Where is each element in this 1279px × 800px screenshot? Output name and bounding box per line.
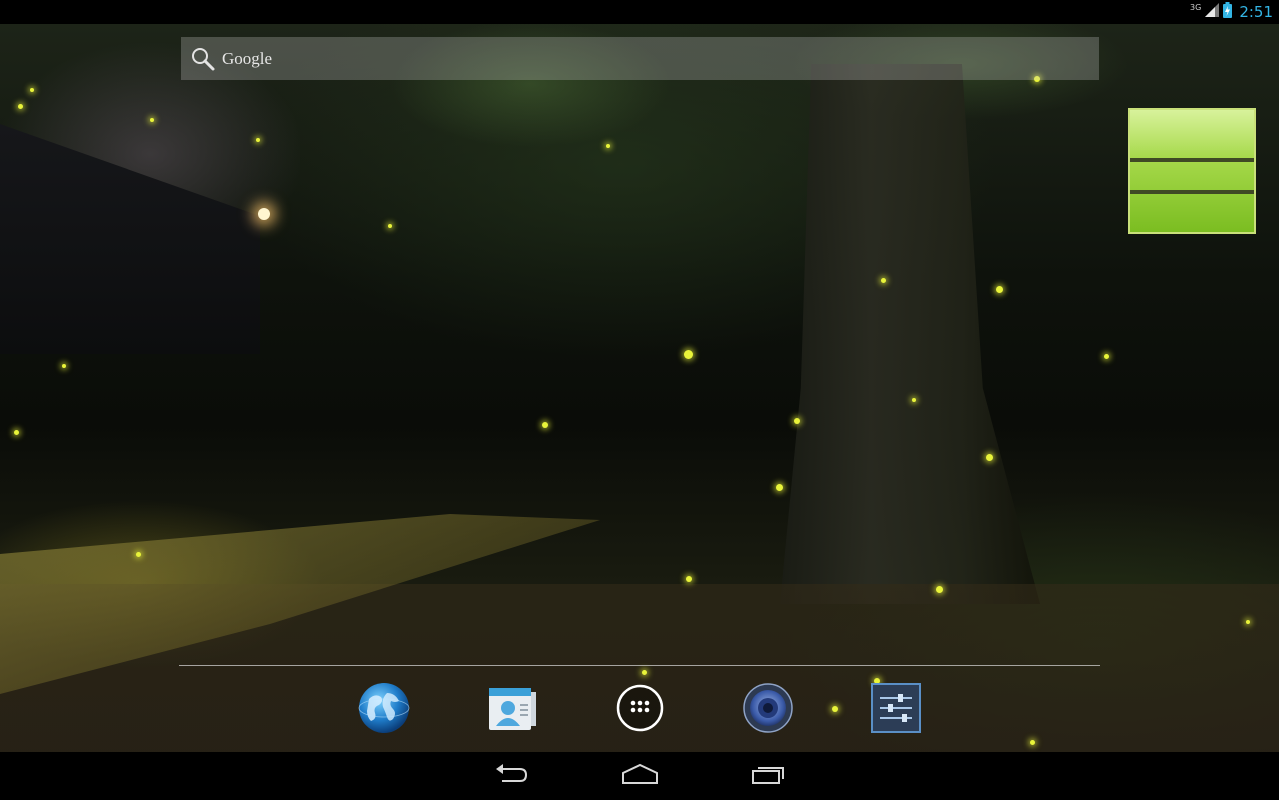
battery-icon: [1223, 1, 1233, 23]
browser-app-icon[interactable]: [356, 682, 412, 738]
back-icon: [494, 763, 530, 790]
recent-apps-icon: [750, 763, 786, 790]
status-bar: 3G 2:51: [0, 0, 1279, 24]
navigation-bar: [0, 752, 1279, 800]
home-screen: 3G 2:51 Google: [0, 0, 1279, 800]
google-search-bar[interactable]: Google: [181, 37, 1099, 80]
music-app-icon[interactable]: [740, 682, 796, 738]
globe-icon: [357, 681, 411, 740]
back-button[interactable]: [484, 760, 540, 792]
recent-apps-button[interactable]: [740, 760, 796, 792]
settings-app-icon[interactable]: [868, 682, 924, 738]
network-type-label: 3G: [1190, 2, 1202, 12]
home-icon: [621, 763, 659, 790]
sliders-icon: [870, 682, 922, 739]
wallpaper-lit-window: [1128, 108, 1256, 234]
signal-icon: [1205, 2, 1220, 22]
home-button[interactable]: [612, 760, 668, 792]
search-icon: [190, 46, 216, 72]
wallpaper: [0, 24, 1279, 752]
search-label: Google: [222, 48, 273, 68]
contacts-app-icon[interactable]: [484, 682, 540, 738]
all-apps-button[interactable]: [612, 682, 668, 738]
speaker-icon: [742, 682, 794, 739]
status-clock: 2:51: [1239, 3, 1273, 21]
wallpaper-lamp: [258, 208, 270, 220]
status-icons: 3G 2:51: [1190, 0, 1273, 24]
contacts-icon: [486, 682, 538, 739]
app-drawer-icon: [615, 683, 665, 738]
dock-divider: [179, 665, 1100, 666]
